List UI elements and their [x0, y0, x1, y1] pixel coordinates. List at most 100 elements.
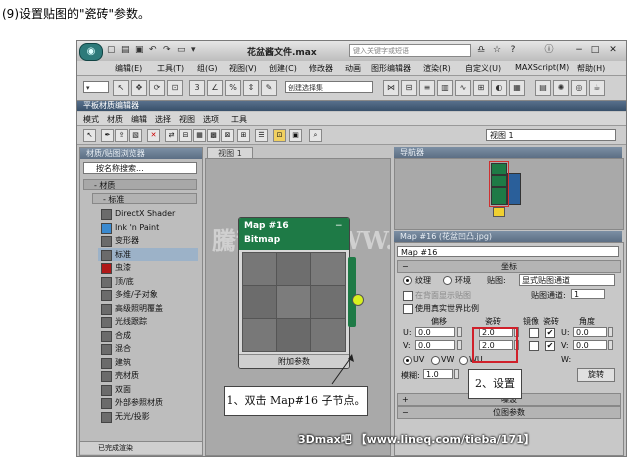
blur-spinner[interactable]: [454, 369, 459, 379]
menu-animation[interactable]: 动画: [345, 63, 361, 74]
schematic-view-icon[interactable]: ⊞: [473, 80, 489, 96]
v-tile-checkbox[interactable]: ✔: [545, 341, 555, 351]
material-list-item[interactable]: 壳材质: [98, 369, 198, 382]
selection-filter-dropdown[interactable]: ▾: [83, 81, 109, 93]
redo-icon[interactable]: ↷: [163, 45, 171, 55]
node-collapse-button[interactable]: −: [335, 221, 343, 231]
u-angle-field[interactable]: 0.0: [573, 327, 607, 337]
slate-menu-material[interactable]: 材质: [107, 114, 123, 125]
delete-icon[interactable]: ✕: [147, 129, 160, 142]
v-mirror-checkbox[interactable]: [529, 341, 539, 351]
browser-search-input[interactable]: 按名称搜索...: [83, 162, 197, 174]
material-list-item[interactable]: 顶/底: [98, 275, 198, 288]
material-list-item[interactable]: Ink 'n Paint: [98, 221, 198, 234]
vw-radio[interactable]: [431, 356, 440, 365]
material-list-item[interactable]: 变形器: [98, 234, 198, 247]
menu-group[interactable]: 组(G): [197, 63, 217, 74]
u-offset-field[interactable]: 0.0: [415, 327, 455, 337]
map-name-field[interactable]: Map #16: [397, 246, 619, 257]
info-icon[interactable]: ⓘ: [543, 44, 555, 56]
material-list-item[interactable]: 双面: [98, 383, 198, 396]
slate-menu-edit[interactable]: 编辑: [131, 114, 147, 125]
mapping-dropdown[interactable]: 显式贴图通道: [519, 274, 615, 286]
material-list-item[interactable]: 高级照明覆盖: [98, 302, 198, 315]
rendered-frame-icon[interactable]: ▤: [535, 80, 551, 96]
slate-menu-modes[interactable]: 模式: [83, 114, 99, 125]
select-rotate-icon[interactable]: ⟳: [149, 80, 165, 96]
named-selection-dropdown[interactable]: 创建选择集: [285, 81, 373, 93]
slate-menu-utilities[interactable]: 工具: [231, 114, 247, 125]
u-offset-spinner[interactable]: [457, 327, 462, 337]
v-angle-field[interactable]: 0.0: [573, 340, 607, 350]
quick-access-dropdown-icon[interactable]: ▾: [191, 45, 196, 55]
material-list-item[interactable]: 混合: [98, 342, 198, 355]
material-list-item[interactable]: DirectX Shader: [98, 207, 198, 220]
edit-named-selection-icon[interactable]: ✎: [261, 80, 277, 96]
spinner-snap-icon[interactable]: ⇕: [243, 80, 259, 96]
texture-radio[interactable]: [403, 276, 412, 285]
material-editor-icon[interactable]: ◐: [491, 80, 507, 96]
slate-menu-options[interactable]: 选项: [203, 114, 219, 125]
group-standard[interactable]: - 标准: [92, 193, 197, 204]
material-list-item[interactable]: 多维/子对象: [98, 288, 198, 301]
graphite-icon[interactable]: ▥: [437, 80, 453, 96]
project-folder-icon[interactable]: ▭: [177, 45, 186, 55]
u-mirror-checkbox[interactable]: [529, 328, 539, 338]
map-channel-field[interactable]: 1: [571, 289, 605, 299]
material-list-item[interactable]: 建筑: [98, 356, 198, 369]
pick-material-icon[interactable]: ✒: [101, 129, 114, 142]
navigator-area[interactable]: [394, 158, 624, 230]
close-icon[interactable]: ✕: [607, 44, 619, 56]
menu-maxscript[interactable]: MAXScript(M): [515, 63, 569, 72]
map-node[interactable]: Map #16 Bitmap − 附加参数: [238, 217, 350, 369]
maximize-icon[interactable]: □: [589, 44, 601, 56]
select-scale-icon[interactable]: ⊡: [167, 80, 183, 96]
snap-3d-icon[interactable]: 3: [189, 80, 205, 96]
align-icon[interactable]: ⊟: [401, 80, 417, 96]
select-move-icon[interactable]: ✥: [131, 80, 147, 96]
select-object-icon[interactable]: ↖: [113, 80, 129, 96]
material-list-item[interactable]: 外部参照材质: [98, 396, 198, 409]
mirror-icon[interactable]: ⋈: [383, 80, 399, 96]
layout-all-icon[interactable]: ⊠: [221, 129, 234, 142]
show-map-checkbox[interactable]: [403, 291, 413, 301]
minimize-icon[interactable]: −: [573, 44, 585, 56]
slate-menu-view[interactable]: 视图: [179, 114, 195, 125]
node-header[interactable]: Map #16 Bitmap −: [239, 218, 349, 250]
select-by-material-icon[interactable]: ▣: [289, 129, 302, 142]
environ-radio[interactable]: [443, 276, 452, 285]
uv-radio[interactable]: [403, 356, 412, 365]
blur-field[interactable]: 1.0: [423, 369, 453, 379]
menu-graph-editors[interactable]: 图形编辑器: [371, 63, 411, 74]
menu-tools[interactable]: 工具(T): [157, 63, 184, 74]
material-list-item[interactable]: 无光/投影: [98, 410, 198, 423]
material-map-navigator-icon[interactable]: ☰: [255, 129, 268, 142]
layer-manager-icon[interactable]: ≡: [419, 80, 435, 96]
wu-radio[interactable]: [459, 356, 468, 365]
u-tile-checkbox[interactable]: ✔: [545, 328, 555, 338]
hide-unused-icon[interactable]: ⊟: [179, 129, 192, 142]
move-children-icon[interactable]: ⇄: [165, 129, 178, 142]
node-output-socket[interactable]: [352, 294, 364, 306]
material-list-item[interactable]: 合成: [98, 329, 198, 342]
render-production-icon[interactable]: ✺: [553, 80, 569, 96]
undo-icon[interactable]: ↶: [149, 45, 157, 55]
angle-snap-icon[interactable]: ∠: [207, 80, 223, 96]
curve-editor-icon[interactable]: ∿: [455, 80, 471, 96]
menu-create[interactable]: 创建(C): [269, 63, 297, 74]
layout-children-icon[interactable]: ⊞: [237, 129, 250, 142]
nav-viewport-frame[interactable]: [489, 161, 509, 207]
teapot-icon[interactable]: ☕: [589, 80, 605, 96]
menu-edit[interactable]: 编辑(E): [115, 63, 142, 74]
material-list-item[interactable]: 标准: [98, 247, 198, 261]
v-angle-spinner[interactable]: [608, 340, 613, 350]
parameter-editor-icon[interactable]: ⊡: [273, 129, 286, 142]
rotate-button[interactable]: 旋转: [577, 368, 615, 382]
new-file-icon[interactable]: ▢: [107, 45, 116, 55]
show-map-icon[interactable]: ▦: [193, 129, 206, 142]
material-list-item[interactable]: 光线跟踪: [98, 315, 198, 328]
menu-customize[interactable]: 自定义(U): [465, 63, 501, 74]
rollout-coordinates[interactable]: − 坐标: [397, 260, 621, 273]
v-offset-field[interactable]: 0.0: [415, 340, 455, 350]
search-input[interactable]: 键入关键字或短语: [349, 44, 471, 57]
